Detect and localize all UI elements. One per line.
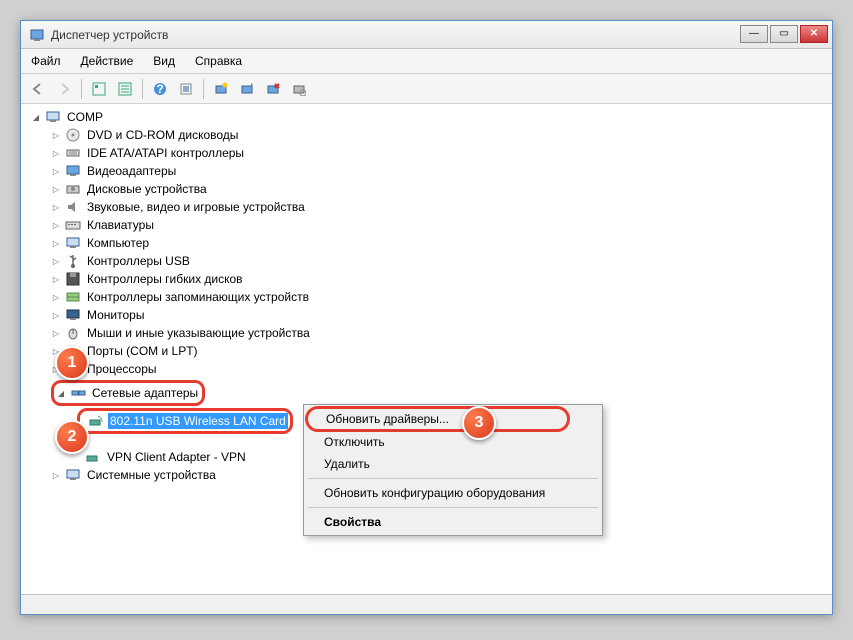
expand-icon[interactable]: ▷ <box>51 184 61 194</box>
context-separator <box>308 507 598 508</box>
storage-icon <box>65 289 81 305</box>
sound-icon <box>65 199 81 215</box>
display-adapter-icon <box>65 163 81 179</box>
disk-icon <box>65 181 81 197</box>
menu-help[interactable]: Справка <box>185 51 252 71</box>
collapse-icon[interactable]: ◢ <box>31 112 41 122</box>
toolbar-btn-4[interactable] <box>175 78 197 100</box>
expand-icon[interactable]: ▷ <box>51 166 61 176</box>
context-menu: Обновить драйверы... Отключить Удалить О… <box>303 404 603 536</box>
tree-item[interactable]: ▷Контроллеры запоминающих устройств <box>51 288 832 306</box>
expand-icon[interactable]: ▷ <box>51 274 61 284</box>
context-scan-hardware[interactable]: Обновить конфигурацию оборудования <box>306 482 600 504</box>
window-title: Диспетчер устройств <box>51 28 738 42</box>
tree-item[interactable]: ▷IDE ATA/ATAPI контроллеры <box>51 144 832 162</box>
tree-item[interactable]: ▷Контроллеры USB <box>51 252 832 270</box>
monitor-icon <box>65 307 81 323</box>
context-separator <box>308 478 598 479</box>
menu-file[interactable]: Файл <box>21 51 71 71</box>
close-button[interactable]: ✕ <box>800 25 828 43</box>
context-update-drivers[interactable]: Обновить драйверы... <box>308 409 567 429</box>
expand-icon[interactable]: ▷ <box>51 202 61 212</box>
callout-2: 2 <box>55 420 89 454</box>
tree-item-wireless-adapter[interactable]: 802.11n USB Wireless LAN Card <box>82 412 288 430</box>
device-label-selected: 802.11n USB Wireless LAN Card <box>108 413 288 429</box>
highlight-update-drivers: Обновить драйверы... <box>305 406 570 432</box>
tree-item[interactable]: ▷Мониторы <box>51 306 832 324</box>
highlight-network-adapters: ◢Сетевые адаптеры <box>51 380 205 406</box>
expand-icon[interactable]: ▷ <box>51 130 61 140</box>
menu-view[interactable]: Вид <box>143 51 185 71</box>
expand-icon[interactable]: ▷ <box>51 238 61 248</box>
tree-item-network-adapters[interactable]: ◢Сетевые адаптеры <box>56 384 200 402</box>
tree-item[interactable]: ▷Компьютер <box>51 234 832 252</box>
minimize-button[interactable]: — <box>740 25 768 43</box>
forward-button[interactable] <box>53 78 75 100</box>
menubar: Файл Действие Вид Справка <box>21 49 832 74</box>
device-manager-window: Диспетчер устройств — ▭ ✕ Файл Действие … <box>20 20 833 615</box>
status-bar <box>21 594 832 614</box>
expand-icon[interactable]: ▷ <box>51 310 61 320</box>
floppy-icon <box>65 271 81 287</box>
uninstall-button[interactable] <box>262 78 284 100</box>
computer-icon <box>65 235 81 251</box>
expand-icon[interactable]: ▷ <box>51 470 61 480</box>
toolbar-btn-1[interactable] <box>88 78 110 100</box>
toolbar-btn-6[interactable] <box>236 78 258 100</box>
tree-item[interactable]: ▷DVD и CD-ROM дисководы <box>51 126 832 144</box>
callout-3: 3 <box>462 406 496 440</box>
network-adapter-icon <box>88 413 104 429</box>
tree-root[interactable]: ◢ COMP <box>31 108 832 126</box>
tree-item[interactable]: ▷Звуковые, видео и игровые устройства <box>51 198 832 216</box>
keyboard-icon <box>65 217 81 233</box>
window-controls: — ▭ ✕ <box>738 25 828 45</box>
toolbar-btn-8[interactable] <box>288 78 310 100</box>
help-button[interactable]: ? <box>149 78 171 100</box>
toolbar-separator <box>142 79 143 99</box>
network-icon <box>70 385 86 401</box>
context-disable[interactable]: Отключить <box>306 431 600 453</box>
back-button[interactable] <box>27 78 49 100</box>
computer-icon <box>45 109 61 125</box>
maximize-button[interactable]: ▭ <box>770 25 798 43</box>
ide-icon <box>65 145 81 161</box>
expand-icon[interactable]: ▷ <box>51 220 61 230</box>
menu-action[interactable]: Действие <box>71 51 144 71</box>
tree-item[interactable]: ▷Мыши и иные указывающие устройства <box>51 324 832 342</box>
highlight-selected-adapter: 802.11n USB Wireless LAN Card <box>77 408 293 434</box>
system-icon <box>65 467 81 483</box>
toolbar-separator <box>203 79 204 99</box>
context-uninstall[interactable]: Удалить <box>306 453 600 475</box>
expand-icon[interactable]: ▷ <box>51 148 61 158</box>
tree-item[interactable]: ▷Контроллеры гибких дисков <box>51 270 832 288</box>
toolbar: ? <box>21 74 832 104</box>
tree-item[interactable]: ▷Клавиатуры <box>51 216 832 234</box>
svg-text:?: ? <box>156 82 163 96</box>
usb-icon <box>65 253 81 269</box>
tree-item-processors[interactable]: ▷Процессоры <box>51 360 832 378</box>
toolbar-separator <box>81 79 82 99</box>
expand-icon[interactable]: ▷ <box>51 328 61 338</box>
expand-icon[interactable]: ▷ <box>51 292 61 302</box>
context-properties[interactable]: Свойства <box>306 511 600 533</box>
toolbar-btn-2[interactable] <box>114 78 136 100</box>
tree-item[interactable]: ▷Видеоадаптеры <box>51 162 832 180</box>
tree-item[interactable]: ▷Порты (COM и LPT) <box>51 342 832 360</box>
tree-root-label: COMP <box>65 109 105 125</box>
titlebar: Диспетчер устройств — ▭ ✕ <box>21 21 832 49</box>
app-icon <box>29 27 45 43</box>
network-adapter-icon <box>85 449 101 465</box>
mouse-icon <box>65 325 81 341</box>
tree-item[interactable]: ▷Дисковые устройства <box>51 180 832 198</box>
callout-1: 1 <box>55 346 89 380</box>
expand-icon[interactable]: ▷ <box>51 256 61 266</box>
scan-hardware-button[interactable] <box>210 78 232 100</box>
collapse-icon[interactable]: ◢ <box>56 388 66 398</box>
dvd-icon <box>65 127 81 143</box>
